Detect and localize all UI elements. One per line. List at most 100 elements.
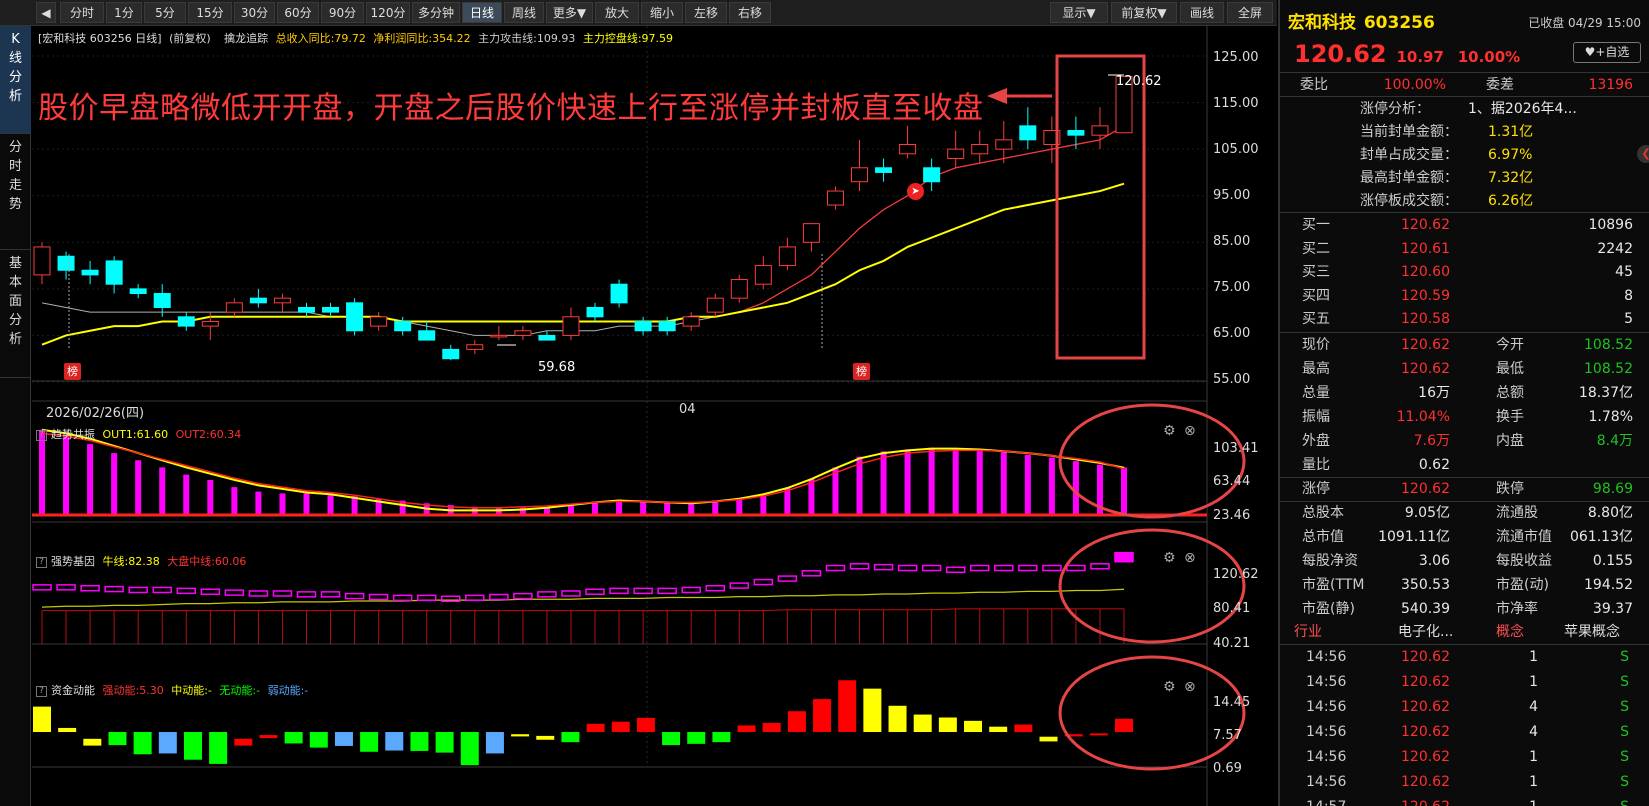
sidebar-tab-intraday[interactable]: 分时走势 (0, 134, 31, 250)
candle-body (610, 283, 628, 304)
fund-bar (989, 726, 1008, 733)
trend-bar (63, 435, 70, 514)
close-icon[interactable]: ⊗ (1184, 550, 1196, 566)
gene-block (729, 582, 750, 589)
limit-up-icon[interactable]: ➤ (907, 183, 924, 200)
period-button[interactable]: 1分 (106, 2, 142, 23)
candle-body (153, 293, 171, 308)
fund-bar (888, 705, 907, 733)
tick-time: 14:57 (1306, 795, 1346, 806)
period-button[interactable]: 日线 (462, 2, 502, 23)
trend-bar (567, 505, 574, 514)
tick-price: 120.62 (1401, 774, 1450, 790)
tick-side: S (1620, 774, 1629, 790)
trend-bar (664, 502, 671, 514)
help-icon[interactable]: ? (36, 685, 47, 697)
quote-row: 最高 120.62 最低 108.52 (1280, 357, 1649, 381)
bid-row: 买四 120.59 8 (1280, 284, 1649, 308)
candle-body (706, 297, 724, 313)
help-icon[interactable]: ? (36, 556, 47, 568)
market-status: 已收盘 04/29 15:00 (1528, 16, 1641, 30)
quote-value: 120.62 (1401, 337, 1450, 353)
candle-body (57, 255, 75, 271)
y-axis-label: 65.00 (1213, 326, 1251, 341)
settings-icon[interactable]: ⚙ (1163, 550, 1176, 566)
quote-label: 跌停 (1496, 481, 1524, 497)
fund-bar (334, 732, 353, 746)
add-watchlist-button[interactable]: ♥+自选 (1573, 42, 1641, 63)
tick-price: 120.62 (1401, 795, 1450, 806)
period-button[interactable]: 右移 (729, 2, 771, 23)
period-button[interactable]: 120分 (366, 2, 410, 23)
period-button[interactable]: 多分钟 (412, 2, 460, 23)
toolbar-option-button[interactable]: 画线 (1180, 2, 1224, 23)
candle-body (249, 297, 267, 304)
candle-body (514, 330, 532, 336)
mid-label: 大盘中线:60.06 (167, 555, 247, 568)
help-icon[interactable]: ? (36, 429, 47, 441)
period-button[interactable]: 更多▼ (546, 2, 593, 23)
tick-row: 14:56 120.62 4 S (1280, 695, 1649, 719)
panel-collapse-icon[interactable]: ❮ (1637, 145, 1649, 163)
quote-value: 98.69 (1592, 481, 1633, 497)
fund-bar (787, 711, 806, 733)
order-ratio-value: 100.00% (1383, 77, 1446, 93)
gene-y-label: 40.21 (1213, 636, 1251, 651)
quote-value: 0.155 (1592, 553, 1633, 569)
gene-block (152, 586, 172, 594)
quote-panel: 宏和科技 603256 已收盘 04/29 15:00 120.62 10.97… (1278, 0, 1649, 806)
period-button[interactable]: 90分 (321, 2, 364, 23)
collapse-sidebar-button[interactable]: ◀ (36, 2, 56, 23)
toolbar-option-button[interactable]: 显示▼ (1050, 2, 1108, 23)
chart-fq: (前复权) (169, 32, 211, 45)
gene-block (441, 595, 461, 603)
toolbar-option-button[interactable]: 全屏 (1227, 2, 1273, 23)
fund-bar (737, 725, 756, 733)
candle-body (1019, 125, 1037, 141)
close-icon[interactable]: ⊗ (1184, 679, 1196, 695)
quote-label: 现价 (1302, 337, 1330, 353)
gene-block (561, 590, 581, 597)
sidebar-tab-fundamentals[interactable]: 基本面分析 (0, 250, 31, 378)
candle-body (201, 320, 219, 327)
limit-analysis-value: 6.26亿 (1488, 193, 1534, 209)
concept-value[interactable]: 苹果概念 (1564, 620, 1620, 644)
industry-row[interactable]: 行业 电子化... 概念 苹果概念 (1280, 620, 1649, 644)
settings-icon[interactable]: ⚙ (1163, 679, 1176, 695)
period-button[interactable]: 周线 (504, 2, 544, 23)
candle-body (778, 246, 796, 267)
dragon-tiger-badge[interactable]: 榜 (64, 363, 81, 380)
period-button[interactable]: 分时 (60, 2, 104, 23)
fund-bar (259, 735, 278, 739)
limit-analysis-label: 封单占成交量： (1360, 147, 1458, 163)
gene-block (657, 587, 677, 595)
industry-value[interactable]: 电子化... (1398, 620, 1453, 644)
tick-volume: 1 (1529, 649, 1538, 665)
profit-label: 净利润同比: (373, 32, 433, 45)
sidebar-tab-kline[interactable]: K线分析 (0, 26, 31, 134)
period-button[interactable]: 60分 (277, 2, 319, 23)
period-button[interactable]: 15分 (188, 2, 232, 23)
settings-icon[interactable]: ⚙ (1163, 423, 1176, 439)
toolbar-option-button[interactable]: 前复权▼ (1111, 2, 1177, 23)
fund-bar (561, 732, 580, 743)
candle-body (466, 344, 484, 350)
period-button[interactable]: 缩小 (641, 2, 683, 23)
sidebar-tab-fundamentals-label: 基本面分析 (8, 256, 22, 347)
quote-label: 今开 (1496, 337, 1524, 353)
gene-block (224, 589, 245, 596)
close-icon[interactable]: ⊗ (1184, 423, 1196, 439)
highlight-ellipse (1058, 655, 1246, 771)
period-button[interactable]: 放大 (595, 2, 639, 23)
period-button[interactable]: 5分 (144, 2, 186, 23)
bid-price: 120.62 (1401, 217, 1450, 233)
period-button[interactable]: 30分 (234, 2, 275, 23)
dragon-tiger-badge[interactable]: 榜 (853, 363, 870, 380)
period-button[interactable]: 左移 (685, 2, 727, 23)
trend-bar (183, 474, 190, 514)
fund-bar (511, 734, 530, 737)
fund-panel-title: 资金动能 (51, 684, 95, 697)
indicator-name: 擒龙追踪 (224, 32, 269, 45)
fund-bar (108, 732, 127, 746)
attack-value: 109.93 (536, 32, 576, 45)
